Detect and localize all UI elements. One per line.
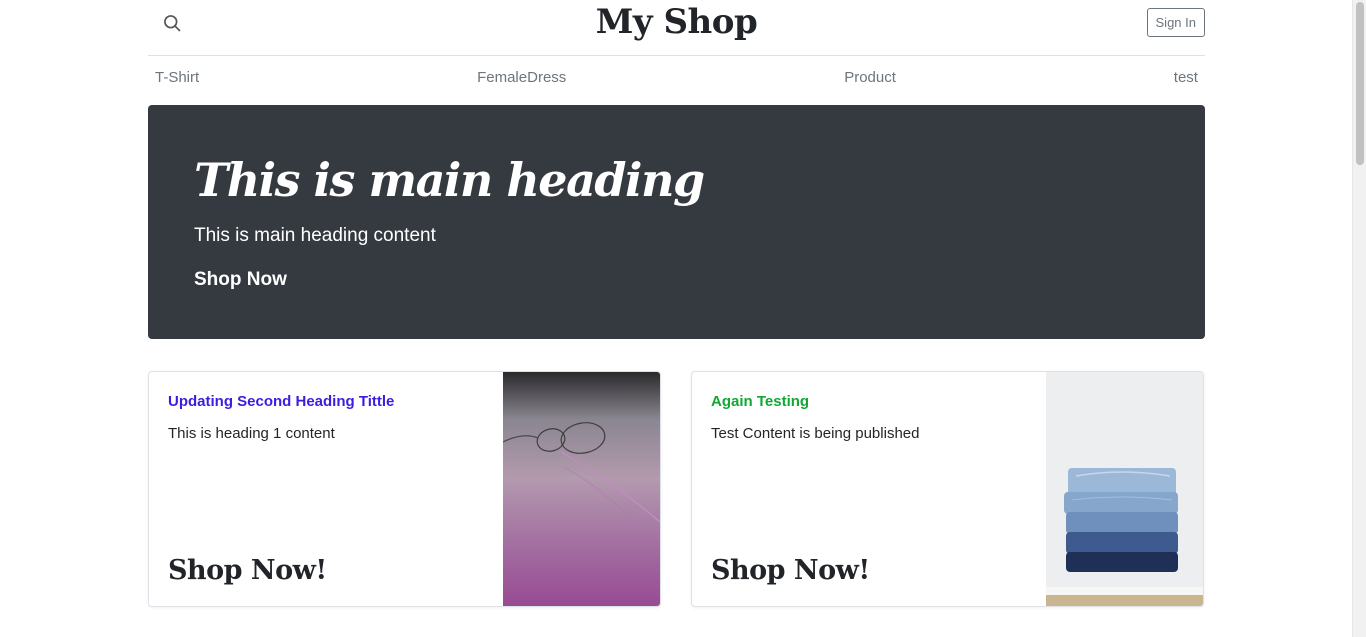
- nav-item-product[interactable]: Product: [844, 69, 896, 86]
- nav-item-femaledress[interactable]: FemaleDress: [477, 69, 566, 86]
- nav-item-test[interactable]: test: [1174, 69, 1198, 86]
- nav-item-t-shirt[interactable]: T-Shirt: [155, 69, 199, 86]
- card-shop-now-link[interactable]: Shop Now!: [168, 555, 327, 586]
- page-container: My Shop Sign In T-Shirt FemaleDress Prod…: [148, 0, 1205, 607]
- card-shop-now-link[interactable]: Shop Now!: [711, 555, 870, 586]
- card-content: This is heading 1 content: [168, 425, 335, 442]
- hero-shop-now-link[interactable]: Shop Now: [194, 269, 287, 291]
- page-scrollbar[interactable]: [1352, 0, 1366, 637]
- card-title: Updating Second Heading Tittle: [168, 393, 395, 410]
- hero-content: This is main heading content: [194, 225, 436, 246]
- brand-link[interactable]: My Shop: [596, 2, 758, 42]
- hero-banner: This is main heading This is main headin…: [148, 105, 1205, 339]
- card-title: Again Testing: [711, 393, 810, 410]
- card-content: Test Content is being published: [711, 425, 920, 442]
- hero-heading: This is main heading: [194, 153, 705, 207]
- category-nav: T-Shirt FemaleDress Product test: [148, 56, 1205, 98]
- folded-jeans-photo: [1046, 372, 1203, 606]
- scrollbar-thumb[interactable]: [1356, 2, 1364, 165]
- brand-title: My Shop: [148, 2, 1205, 42]
- sign-in-button[interactable]: Sign In: [1146, 8, 1205, 37]
- site-header: My Shop Sign In: [148, 0, 1205, 56]
- featured-card: Again Testing Test Content is being publ…: [691, 371, 1204, 607]
- featured-card: Updating Second Heading Tittle This is h…: [148, 371, 661, 607]
- eyeglasses-photo: [503, 372, 660, 606]
